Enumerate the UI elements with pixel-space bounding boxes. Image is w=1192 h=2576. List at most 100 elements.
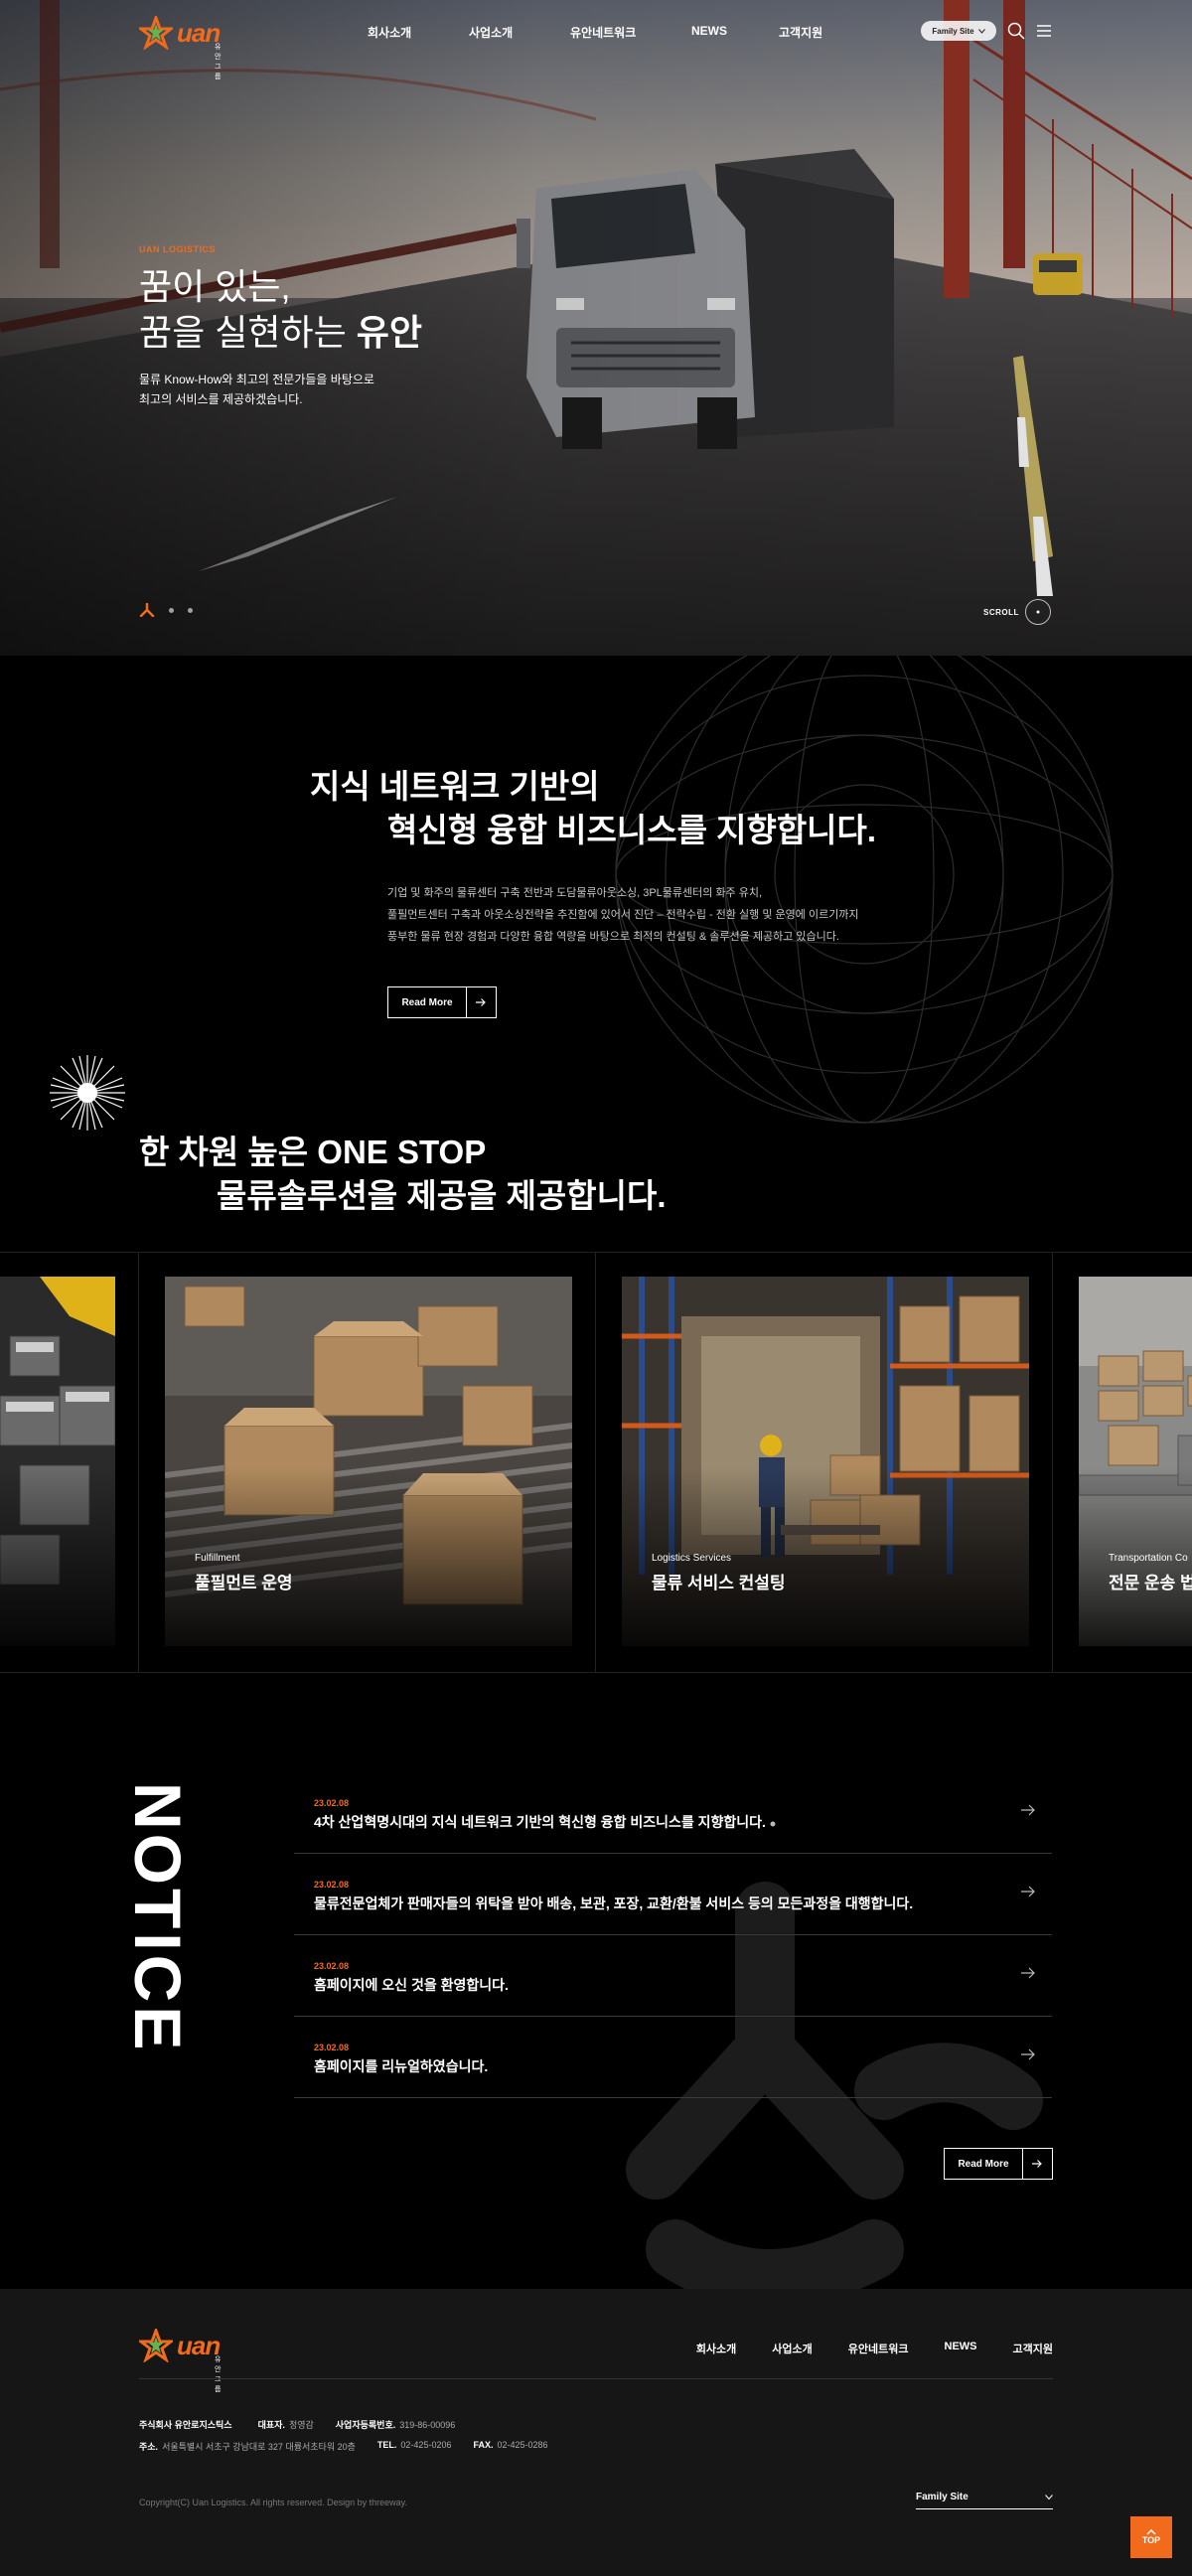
site-header: uan 유안그룹 회사소개 사업소개 유안네트워크 NEWS 고객지원 Fami… (0, 0, 1192, 80)
tel-value: 02-425-0206 (400, 2440, 452, 2450)
slider-dot[interactable] (169, 607, 174, 613)
arrow-right-icon[interactable] (1020, 2046, 1036, 2062)
nav-item-network[interactable]: 유안네트워크 (570, 24, 691, 41)
scroll-dot-icon (1036, 610, 1040, 614)
about-desc-line3: 풍부한 물류 현장 경험과 다양한 융합 역량을 바탕으로 최적의 컨설팅 & … (387, 931, 839, 943)
ceo-label: 대표자. (257, 2420, 285, 2430)
footer-nav-business[interactable]: 사업소개 (772, 2341, 812, 2356)
search-icon[interactable] (1007, 22, 1025, 40)
services-carousel: Fulfillment 풀필먼트 운영 Logistics Services 물… (0, 1252, 1192, 1673)
logo-star-icon (139, 2329, 173, 2362)
hero-desc-line1: 물류 Know-How와 최고의 전문가들을 바탕으로 (139, 373, 374, 386)
notice-item[interactable]: 23.02.08 홈페이지에 오신 것을 환영합니다. (294, 1935, 1052, 2017)
hero-eyebrow: UAN LOGISTICS (139, 244, 217, 254)
onestop-title-line2: 물류솔루션을 제공을 제공합니다. (217, 1177, 667, 1214)
scroll-button[interactable] (1025, 599, 1051, 625)
service-name: 전문 운송 법인 (1109, 1574, 1192, 1592)
slider-pagination (139, 603, 193, 617)
service-image-warehouse-aerial (0, 1277, 115, 1646)
about-desc-line1: 기업 및 화주의 물류센터 구축 전반과 도담물류아웃소싱, 3PL물류센터의 … (387, 887, 763, 899)
back-to-top-button[interactable]: TOP (1130, 2516, 1172, 2558)
active-slide-icon[interactable] (139, 603, 155, 617)
about-desc-line2: 풀필먼트센터 구축과 아웃소싱전략을 추진함에 있어서 진단 – 전략수립 - … (387, 909, 859, 921)
service-category: Transportation Co (1109, 1553, 1188, 1564)
family-site-label: Family Site (916, 2492, 968, 2502)
footer-nav-support[interactable]: 고객지원 (1013, 2341, 1053, 2356)
biz-info: 사업자등록번호. 319-86-00096 (336, 2418, 456, 2431)
hero-title: 꿈이 있는, 꿈을 실현하는 유안 (139, 264, 422, 356)
about-section: 지식 네트워크 기반의 혁신형 융합 비즈니스를 지향합니다. 기업 및 화주의… (0, 656, 1192, 1252)
starburst-icon (50, 1055, 125, 1131)
main-nav: 회사소개 사업소개 유안네트워크 NEWS 고객지원 (368, 24, 822, 41)
family-site-select[interactable]: Family Site (921, 21, 996, 41)
arrow-right-icon (1022, 2149, 1052, 2179)
family-site-label: Family Site (932, 26, 974, 36)
notice-item-title: 4차 산업혁명시대의 지식 네트워크 기반의 혁신형 융합 비즈니스를 지향합니… (314, 1812, 776, 1832)
notice-read-more-button[interactable]: Read More (944, 2148, 1053, 2180)
tel-label: TEL. (376, 2440, 397, 2450)
menu-icon[interactable] (1035, 22, 1053, 40)
fax-label: FAX. (473, 2440, 494, 2450)
contact-info-row: 주소. 서울특별시 서초구 강남대로 327 대륭서초타워 20층 TEL. 02-… (139, 2440, 548, 2453)
service-category: Fulfillment (195, 1553, 240, 1564)
footer-nav-news[interactable]: NEWS (945, 2341, 977, 2356)
notice-item[interactable]: 23.02.08 물류전문업체가 판매자들의 위탁을 받아 배송, 보관, 포장… (294, 1854, 1052, 1935)
notice-item[interactable]: 23.02.08 홈페이지를 리뉴얼하였습니다. (294, 2017, 1052, 2098)
about-description: 기업 및 화주의 물류센터 구축 전반과 도담물류아웃소싱, 3PL물류센터의 … (387, 882, 859, 948)
notice-date: 23.02.08 (314, 1880, 350, 1890)
address-value: 서울특별시 서초구 강남대로 327 대륭서초타워 20층 (162, 2442, 356, 2452)
nav-item-business[interactable]: 사업소개 (469, 24, 570, 41)
company-name: 주식회사 유안로지스틱스 (139, 2420, 232, 2430)
notice-item[interactable]: 23.02.08 4차 산업혁명시대의 지식 네트워크 기반의 혁신형 융합 비… (294, 1772, 1052, 1854)
service-card-fulfillment[interactable]: Fulfillment 풀필먼트 운영 (139, 1253, 596, 1672)
notice-item-title: 홈페이지를 리뉴얼하였습니다. (314, 2058, 489, 2074)
arrow-right-icon[interactable] (1020, 1965, 1036, 1981)
service-category: Logistics Services (652, 1553, 732, 1564)
nav-item-news[interactable]: NEWS (691, 24, 779, 41)
nav-item-company[interactable]: 회사소개 (368, 24, 469, 41)
service-card-logistics[interactable]: Logistics Services 물류 서비스 컨설팅 (596, 1253, 1053, 1672)
read-more-label: Read More (958, 2158, 1009, 2170)
footer-logo[interactable]: uan 유안그룹 (139, 2329, 221, 2393)
onestop-title-line1: 한 차원 높은 ONE STOP (139, 1134, 487, 1170)
nav-item-support[interactable]: 고객지원 (779, 24, 822, 41)
read-more-label: Read More (401, 996, 453, 1008)
arrow-right-icon[interactable] (1020, 1884, 1036, 1899)
hero-section: uan 유안그룹 회사소개 사업소개 유안네트워크 NEWS 고객지원 Fami… (0, 0, 1192, 656)
hero-title-line1: 꿈이 있는, (139, 266, 291, 307)
site-footer: uan 유안그룹 회사소개 사업소개 유안네트워크 NEWS 고객지원 주식회사… (0, 2289, 1192, 2576)
footer-nav-network[interactable]: 유안네트워크 (848, 2341, 909, 2356)
service-card[interactable] (0, 1253, 139, 1672)
about-title-line1: 지식 네트워크 기반의 (310, 768, 600, 805)
logo-subtext: 유안그룹 (215, 2356, 222, 2393)
logo-wordmark: uan (177, 2330, 221, 2360)
footer-family-site-select[interactable]: Family Site (916, 2486, 1053, 2509)
arrow-right-icon[interactable] (1020, 1802, 1036, 1818)
notice-list: 23.02.08 4차 산업혁명시대의 지식 네트워크 기반의 혁신형 융합 비… (294, 1772, 1052, 2098)
chevron-down-icon (977, 28, 985, 34)
fax-info: FAX. 02-425-0286 (473, 2440, 547, 2453)
notice-date: 23.02.08 (314, 2043, 350, 2052)
about-read-more-button[interactable]: Read More (387, 986, 497, 1018)
top-label: TOP (1141, 2535, 1161, 2545)
hero-description: 물류 Know-How와 최고의 전문가들을 바탕으로 최고의 서비스를 제공하… (139, 370, 422, 409)
slider-dot[interactable] (188, 607, 193, 613)
service-name: 물류 서비스 컨설팅 (652, 1574, 786, 1592)
arrow-right-icon (466, 987, 496, 1017)
notice-section: NOTICE 23.02.08 4차 산업혁명시대의 지식 네트워크 기반의 혁… (0, 1673, 1192, 2289)
ceo-value: 정영감 (288, 2420, 314, 2430)
notice-title-text: 4차 산업혁명시대의 지식 네트워크 기반의 혁신형 융합 비즈니스를 지향합니… (314, 1814, 766, 1830)
service-card-transportation[interactable]: Transportation Co 전문 운송 법인 (1053, 1253, 1192, 1672)
biz-label: 사업자등록번호. (335, 2420, 396, 2430)
footer-nav-company[interactable]: 회사소개 (696, 2341, 736, 2356)
biz-value: 319-86-00096 (399, 2420, 456, 2430)
service-name: 풀필먼트 운영 (195, 1574, 293, 1592)
onestop-title: 한 차원 높은 ONE STOP 물류솔루션을 제공을 제공합니다. (139, 1131, 667, 1218)
company-info-row: 주식회사 유안로지스틱스 대표자. 정영감 사업자등록번호. 319-86-0009… (139, 2418, 455, 2431)
notice-item-title: 홈페이지에 오신 것을 환영합니다. (314, 1977, 509, 1993)
hero-desc-line2: 최고의 서비스를 제공하겠습니다. (139, 392, 303, 406)
tel-info: TEL. 02-425-0206 (377, 2440, 452, 2453)
site-logo[interactable]: uan 유안그룹 (139, 16, 221, 80)
about-title: 지식 네트워크 기반의 혁신형 융합 비즈니스를 지향합니다. (310, 765, 876, 852)
ceo-info: 대표자. 정영감 (258, 2418, 314, 2431)
